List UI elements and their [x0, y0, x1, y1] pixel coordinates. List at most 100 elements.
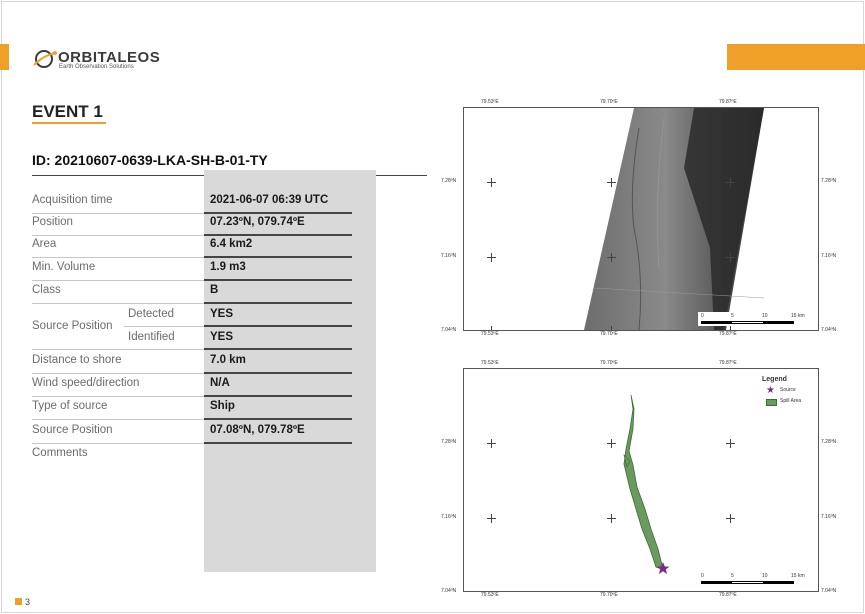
row-label: Distance to shore	[32, 354, 122, 366]
grid-cross	[726, 178, 735, 187]
scale-label: 15 km	[791, 573, 805, 579]
spill-swatch-icon	[766, 399, 777, 406]
row-label: Min. Volume	[32, 261, 96, 273]
row-label: Acquisition time	[32, 194, 113, 206]
star-icon: ★	[766, 385, 775, 396]
row-value: 07.23ºN, 079.74ºE	[210, 216, 305, 228]
row-label: Comments	[32, 447, 88, 459]
row-value: N/A	[210, 377, 230, 389]
lat-label: 7.28ºN	[441, 439, 457, 445]
row-area: Area 6.4 km2	[32, 234, 352, 258]
lat-label: 7.16ºN	[821, 253, 837, 259]
row-label: Class	[32, 284, 61, 296]
legend-item-spill: Spill Area	[762, 398, 822, 407]
legend-item-source: ★ Source	[762, 385, 822, 396]
row-value: 2021-06-07 06:39 UTC	[210, 194, 329, 206]
event-title-underline	[32, 122, 106, 124]
lon-label: 79.87ºE	[719, 99, 737, 105]
row-label: Position	[32, 216, 73, 228]
lon-label: 79.53ºE	[481, 592, 499, 598]
lat-label: 7.16ºN	[441, 253, 457, 259]
grid-cross	[487, 439, 496, 448]
scale-label: 0	[701, 573, 704, 579]
grid-cross	[487, 178, 496, 187]
grid-cross	[487, 514, 496, 523]
lon-label: 79.53ºE	[481, 331, 499, 337]
header-accent-right	[727, 44, 865, 70]
lat-label: 7.04ºN	[441, 588, 457, 594]
row-value: 6.4 km2	[210, 238, 253, 250]
lat-label: 7.16ºN	[821, 514, 837, 520]
scale-bar	[732, 581, 763, 584]
row-acquisition-time: Acquisition time 2021-06-07 06:39 UTC	[32, 190, 352, 214]
lat-label: 7.28ºN	[821, 178, 837, 184]
lat-label: 7.16ºN	[441, 514, 457, 520]
map-legend: Legend ★ Source Spill Area	[762, 376, 822, 416]
row-value: B	[210, 284, 219, 296]
row-min-volume: Min. Volume 1.9 m3	[32, 257, 352, 281]
scale-bar	[701, 581, 732, 584]
scale-label: 10	[762, 313, 768, 319]
detected-value: YES	[210, 308, 234, 320]
lon-label: 79.70ºE	[600, 592, 618, 598]
lon-label: 79.53ºE	[481, 99, 499, 105]
row-value: 7.0 km	[210, 354, 246, 366]
grid-cross	[726, 514, 735, 523]
scale-bar	[701, 321, 732, 324]
logo-tagline: Earth Observation Solutions	[59, 64, 134, 70]
lat-label: 7.28ºN	[821, 439, 837, 445]
grid-cross	[487, 253, 496, 262]
row-source-position-coords: Source Position 07.08ºN, 079.78ºE	[32, 420, 352, 444]
identified-label: Identified	[128, 331, 175, 343]
grid-cross	[607, 178, 616, 187]
lat-label: 7.04ºN	[441, 327, 457, 333]
row-label: Source Position	[32, 424, 113, 436]
grid-cross	[726, 253, 735, 262]
sar-image-map: 0 5 10 15 km	[463, 107, 819, 331]
lon-label: 79.70ºE	[600, 331, 618, 337]
orbit-logo-icon	[33, 50, 57, 68]
detected-label: Detected	[128, 308, 175, 320]
row-value: Ship	[210, 400, 235, 412]
row-label: Type of source	[32, 400, 108, 412]
row-wind: Wind speed/direction N/A	[32, 373, 352, 397]
scale-label: 5	[731, 573, 734, 579]
row-label: Area	[32, 238, 57, 250]
lon-label: 79.53ºE	[481, 360, 499, 366]
lon-label: 79.87ºE	[719, 331, 737, 337]
row-class: Class B	[32, 280, 352, 304]
scale-label: 0	[701, 313, 704, 319]
lon-label: 79.87ºE	[719, 592, 737, 598]
event-id: ID: 20210607-0639-LKA-SH-B-01-TY	[32, 152, 268, 168]
row-type-of-source: Type of source Ship	[32, 396, 352, 420]
row-value: 07.08ºN, 079.78ºE	[210, 424, 305, 436]
row-position: Position 07.23ºN, 079.74ºE	[32, 212, 352, 236]
lon-label: 79.70ºE	[600, 360, 618, 366]
sar-image	[584, 108, 765, 330]
legend-label: Source	[780, 387, 796, 393]
grid-cross	[726, 439, 735, 448]
page-marker	[15, 598, 22, 605]
scale-bar	[732, 321, 763, 324]
row-value: 1.9 m3	[210, 261, 246, 273]
logo: ORBITALEOS Earth Observation Solutions	[32, 47, 160, 73]
lat-label: 7.28ºN	[441, 178, 457, 184]
scale-label: 15 km	[791, 313, 805, 319]
row-label: Wind speed/direction	[32, 377, 140, 389]
legend-title: Legend	[762, 376, 787, 383]
lon-label: 79.70ºE	[600, 99, 618, 105]
scale-bar	[763, 321, 794, 324]
event-title: EVENT 1	[32, 102, 103, 121]
row-distance-to-shore: Distance to shore 7.0 km	[32, 350, 352, 374]
identified-value: YES	[210, 331, 234, 343]
row-label: Source Position	[32, 320, 113, 332]
scale-bar	[763, 581, 794, 584]
legend-label: Spill Area	[780, 398, 802, 404]
row-comments: Comments	[32, 443, 352, 466]
grid-cross	[607, 253, 616, 262]
grid-cross	[607, 514, 616, 523]
row-value-rule	[204, 325, 352, 327]
page-number: 3	[25, 597, 31, 607]
header-accent-left	[0, 44, 9, 70]
scale-label: 10	[762, 573, 768, 579]
